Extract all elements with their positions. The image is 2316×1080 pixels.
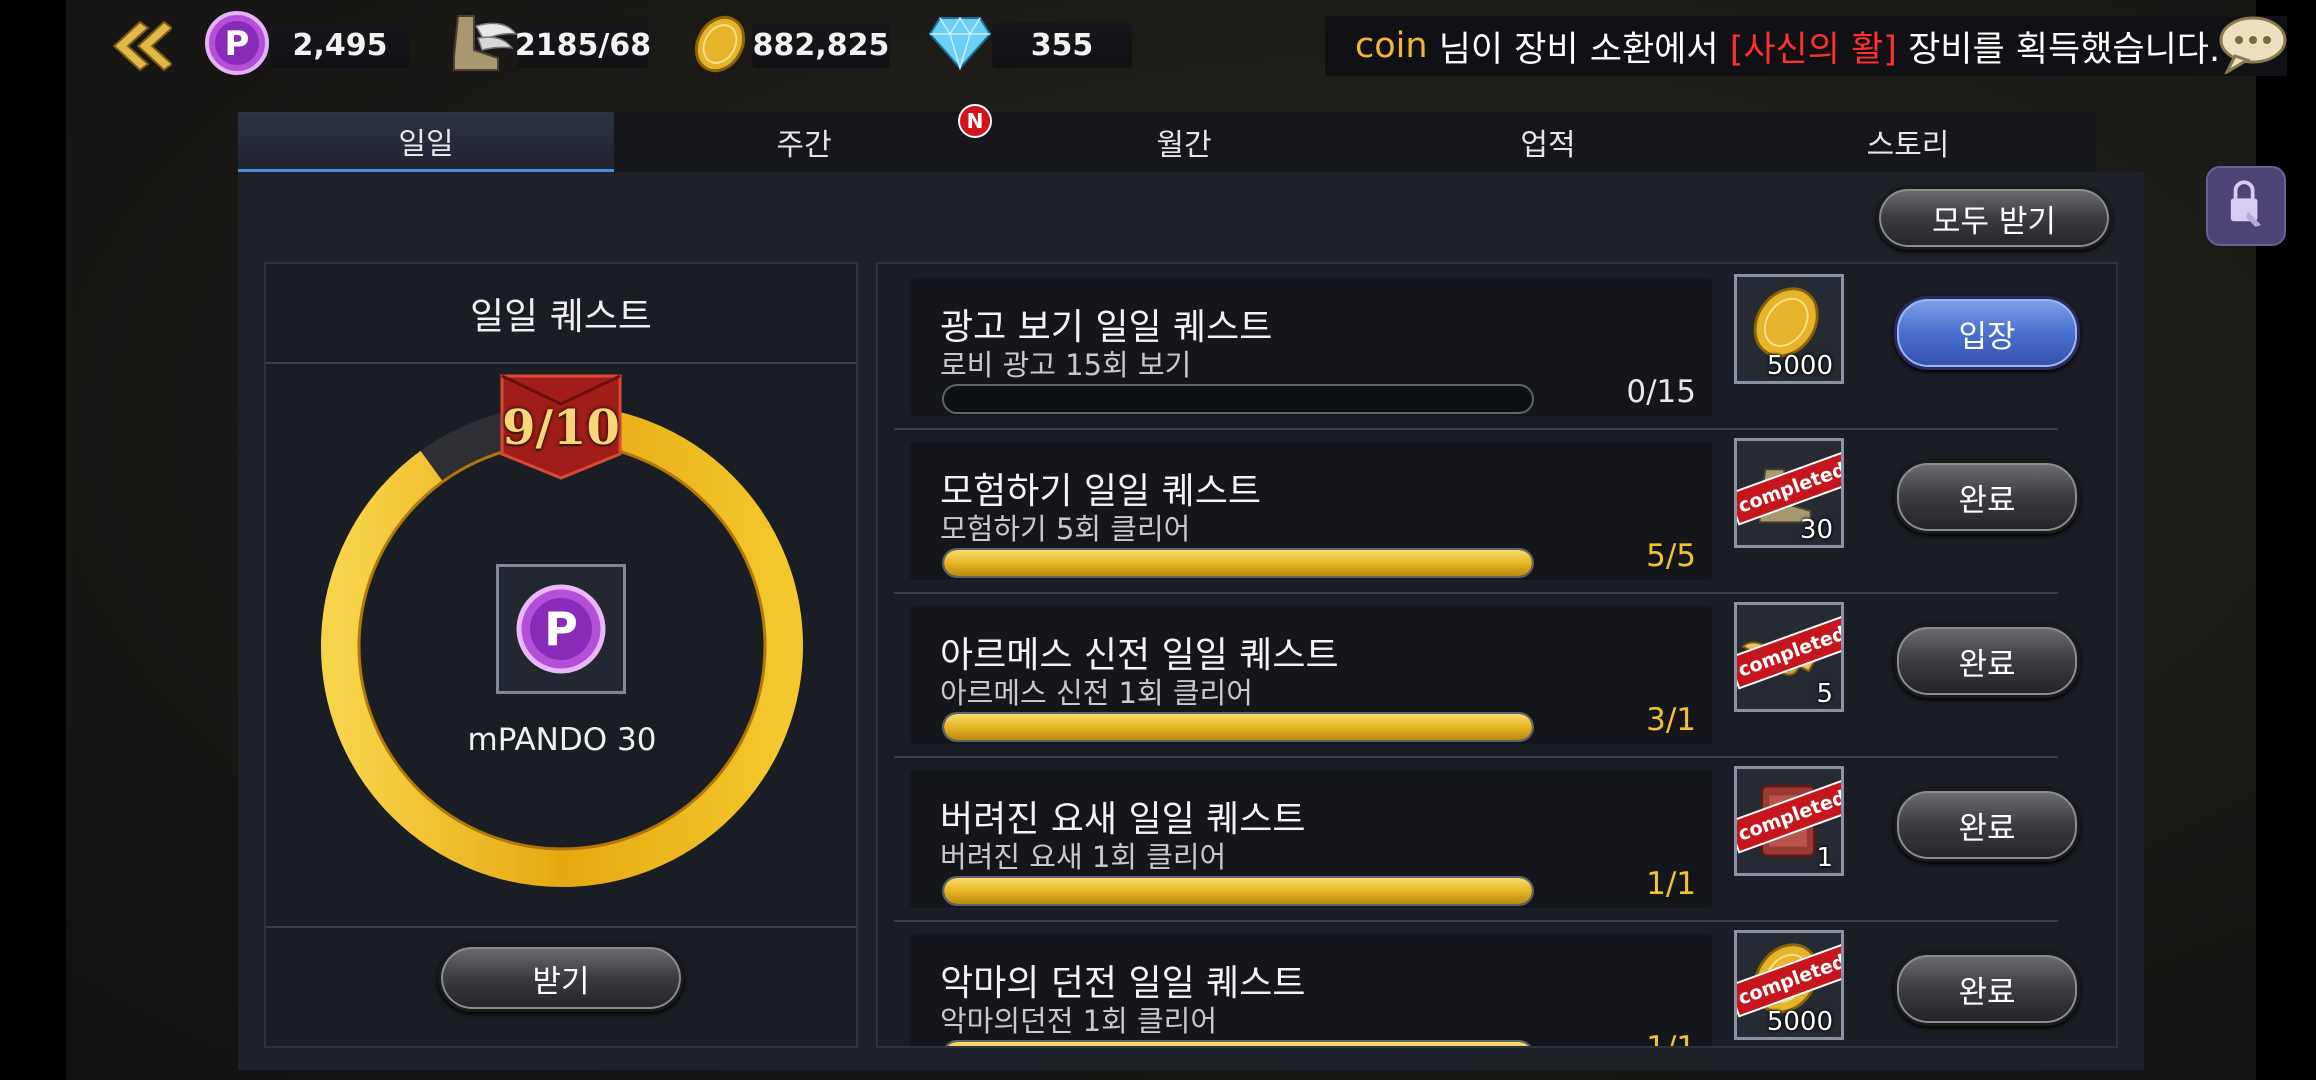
daily-summary-title: 일일 퀘스트 bbox=[470, 295, 652, 338]
reward-quantity: 1 bbox=[1816, 843, 1833, 873]
reward-slot[interactable]: completed 1 bbox=[1734, 766, 1844, 876]
quest-row: 모험하기 일일 퀘스트 모험하기 5회 클리어 5/5 completed 30… bbox=[894, 428, 2104, 580]
reward-quantity: 30 bbox=[1799, 515, 1833, 545]
gold-amount: 882,825 bbox=[752, 22, 890, 68]
tab-achievement[interactable]: 업적 bbox=[1360, 112, 1736, 172]
complete-button[interactable]: 완료 bbox=[1894, 788, 2080, 862]
quest-description: 버려진 요새 1회 클리어 bbox=[940, 840, 1227, 874]
reward-slot[interactable]: completed 30 bbox=[1734, 438, 1844, 548]
quest-progress-bar bbox=[942, 1040, 1534, 1046]
pando-coin-icon: P bbox=[516, 584, 606, 674]
quest-description: 아르메스 신전 1회 클리어 bbox=[940, 676, 1253, 710]
lock-hand-icon bbox=[2230, 180, 2262, 227]
quest-count: 0/15 bbox=[1626, 374, 1696, 410]
quest-row: 광고 보기 일일 퀘스트 로비 광고 15회 보기 0/15 5000 입장 bbox=[894, 264, 2104, 416]
reward-quantity: 5000 bbox=[1766, 351, 1833, 381]
quest-row: 아르메스 신전 일일 퀘스트 아르메스 신전 1회 클리어 3/1 comple… bbox=[894, 592, 2104, 744]
svg-text:P: P bbox=[544, 602, 578, 656]
receive-button[interactable]: 받기 bbox=[438, 944, 684, 1012]
complete-button[interactable]: 완료 bbox=[1894, 460, 2080, 534]
svg-text:P: P bbox=[225, 24, 250, 64]
side-menu-button[interactable] bbox=[2206, 166, 2286, 246]
acquisition-notice: coin 님이 장비 소환에서 [사신의 활] 장비를 획득했습니다. bbox=[1325, 16, 2287, 76]
winged-boot-icon bbox=[453, 15, 518, 71]
diamond-gem-icon bbox=[928, 16, 992, 70]
quest-count: 5/5 bbox=[1646, 538, 1696, 574]
quest-info: 악마의 던전 일일 퀘스트 악마의던전 1회 클리어 1/1 bbox=[910, 934, 1712, 1048]
tab-monthly[interactable]: 월간 bbox=[996, 112, 1372, 172]
quest-progress-bar bbox=[942, 384, 1534, 414]
quest-row: 악마의 던전 일일 퀘스트 악마의던전 1회 클리어 1/1 completed… bbox=[894, 920, 2104, 1048]
chat-bubble-icon[interactable] bbox=[2217, 14, 2287, 74]
quest-count: 1/1 bbox=[1646, 1030, 1696, 1048]
quest-info: 버려진 요새 일일 퀘스트 버려진 요새 1회 클리어 1/1 bbox=[910, 770, 1712, 908]
reward-quantity: 5 bbox=[1816, 679, 1833, 709]
reward-slot[interactable]: completed 5 bbox=[1734, 602, 1844, 712]
notice-user: coin bbox=[1355, 26, 1428, 66]
tab-story[interactable]: 스토리 bbox=[1720, 112, 2096, 172]
claim-all-button[interactable]: 모두 받기 bbox=[1876, 186, 2112, 250]
quest-progress-bar bbox=[942, 548, 1534, 578]
summary-divider-top bbox=[266, 362, 856, 364]
quest-description: 모험하기 5회 클리어 bbox=[940, 512, 1191, 546]
quest-description: 악마의던전 1회 클리어 bbox=[940, 1004, 1218, 1038]
quest-list: 광고 보기 일일 퀘스트 로비 광고 15회 보기 0/15 5000 입장 모… bbox=[876, 262, 2118, 1048]
quest-progress-bar bbox=[942, 712, 1534, 742]
summary-divider-bottom bbox=[266, 926, 856, 928]
quest-count: 1/1 bbox=[1646, 866, 1696, 902]
complete-button[interactable]: 완료 bbox=[1894, 952, 2080, 1026]
quest-row: 버려진 요새 일일 퀘스트 버려진 요새 1회 클리어 1/1 complete… bbox=[894, 756, 2104, 908]
enter-button[interactable]: 입장 bbox=[1894, 296, 2080, 370]
notice-item: [사신의 활] bbox=[1729, 29, 1897, 70]
quest-info: 아르메스 신전 일일 퀘스트 아르메스 신전 1회 클리어 3/1 bbox=[910, 606, 1712, 744]
quest-info: 모험하기 일일 퀘스트 모험하기 5회 클리어 5/5 bbox=[910, 442, 1712, 580]
quest-info: 광고 보기 일일 퀘스트 로비 광고 15회 보기 0/15 bbox=[910, 278, 1712, 416]
double-chevron-left-icon[interactable] bbox=[106, 18, 172, 74]
gem-amount: 355 bbox=[992, 22, 1132, 68]
reward-quantity: 5000 bbox=[1766, 1007, 1833, 1037]
progress-label: 9/10 bbox=[502, 400, 620, 456]
notice-text-1: 님이 장비 소환에서 bbox=[1427, 29, 1730, 70]
tab-daily[interactable]: 일일 bbox=[238, 112, 614, 172]
new-badge: N bbox=[958, 104, 992, 138]
reward-slot[interactable]: 5000 bbox=[1734, 274, 1844, 384]
pando-coin-icon: P bbox=[205, 11, 269, 75]
tab-weekly[interactable]: 주간 bbox=[616, 112, 992, 172]
quest-description: 로비 광고 15회 보기 bbox=[940, 348, 1192, 382]
complete-button[interactable]: 완료 bbox=[1894, 624, 2080, 698]
reward-slot[interactable]: completed 5000 bbox=[1734, 930, 1844, 1040]
stamina-amount: 2185/68 bbox=[515, 22, 651, 68]
quest-progress-bar bbox=[942, 876, 1534, 906]
notice-text-2: 장비를 획득했습니다. bbox=[1896, 29, 2221, 70]
reward-name: mPANDO 30 bbox=[467, 722, 657, 758]
quest-count: 3/1 bbox=[1646, 702, 1696, 738]
gold-coin-icon bbox=[694, 15, 746, 73]
pando-amount: 2,495 bbox=[270, 22, 410, 68]
